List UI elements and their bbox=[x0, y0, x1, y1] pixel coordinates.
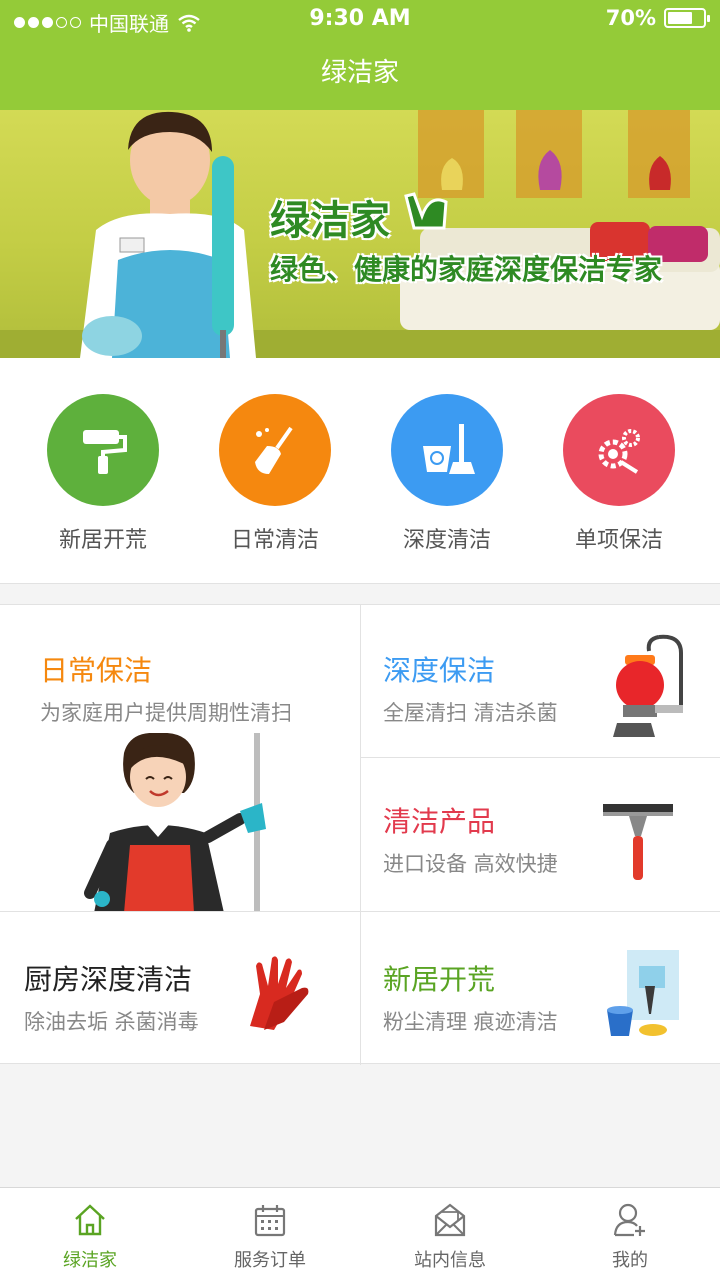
leaf-logo-icon bbox=[404, 192, 448, 230]
status-right: 70% bbox=[605, 6, 710, 30]
tab-home[interactable]: 绿洁家 bbox=[0, 1188, 180, 1280]
home-icon bbox=[75, 1204, 105, 1236]
service-grid: 日常保洁 为家庭用户提供周期性清扫 深度保洁 全屋清扫 清洁杀菌 清洁产品 进口… bbox=[0, 604, 720, 1065]
cleaning-lady-icon bbox=[84, 733, 266, 911]
rubber-gloves-icon bbox=[250, 956, 309, 1030]
broom-glyph bbox=[255, 426, 293, 474]
mail-icon bbox=[434, 1203, 466, 1237]
service-desc: 进口设备 高效快捷 bbox=[383, 852, 558, 876]
service-desc: 为家庭用户提供周期性清扫 bbox=[40, 701, 292, 725]
service-new-home-cleaning[interactable]: 新居开荒 粉尘清理 痕迹清洁 bbox=[361, 912, 720, 1065]
service-daily-cleaning[interactable]: 日常保洁 为家庭用户提供周期性清扫 bbox=[0, 605, 360, 911]
category-new-home[interactable]: 新居开荒 bbox=[18, 394, 188, 554]
category-single-item[interactable]: 单项保洁 bbox=[534, 394, 704, 554]
window-bucket-icon bbox=[607, 946, 683, 1036]
broom-icon bbox=[219, 394, 331, 506]
category-label: 深度清洁 bbox=[402, 528, 491, 553]
page-title: 绿洁家 bbox=[320, 58, 399, 88]
tab-label: 服务订单 bbox=[234, 1250, 306, 1271]
gear-tools-glyph bbox=[598, 429, 640, 474]
service-title: 日常保洁 bbox=[40, 654, 153, 687]
category-label: 新居开荒 bbox=[58, 528, 147, 553]
service-kitchen-cleaning[interactable]: 厨房深度清洁 除油去垢 杀菌消毒 bbox=[0, 912, 360, 1065]
category-label: 日常清洁 bbox=[230, 528, 319, 553]
category-bar: 新居开荒 日常清洁 深度清洁 单项保洁 bbox=[0, 358, 720, 584]
banner-title: 绿洁家 bbox=[270, 198, 390, 244]
tab-label: 绿洁家 bbox=[63, 1250, 117, 1271]
tab-orders[interactable]: 服务订单 bbox=[180, 1188, 360, 1280]
service-desc: 全屋清扫 清洁杀菌 bbox=[383, 701, 558, 725]
squeegee-icon bbox=[603, 804, 673, 880]
service-title: 深度保洁 bbox=[383, 654, 496, 687]
user-add-icon bbox=[613, 1203, 645, 1237]
service-title: 新居开荒 bbox=[383, 963, 496, 996]
gear-tools-icon bbox=[563, 394, 675, 506]
category-daily-clean[interactable]: 日常清洁 bbox=[190, 394, 360, 554]
service-desc: 粉尘清理 痕迹清洁 bbox=[383, 1010, 558, 1034]
tab-messages[interactable]: 站内信息 bbox=[360, 1188, 540, 1280]
service-title: 清洁产品 bbox=[383, 805, 496, 838]
paint-roller-glyph bbox=[83, 430, 127, 474]
battery-icon bbox=[664, 8, 710, 28]
promo-banner[interactable]: 绿洁家 绿色、健康的家庭深度保洁专家 bbox=[0, 110, 720, 358]
service-deep-cleaning[interactable]: 深度保洁 全屋清扫 清洁杀菌 bbox=[361, 605, 720, 757]
tab-profile[interactable]: 我的 bbox=[540, 1188, 720, 1280]
tab-label: 站内信息 bbox=[414, 1250, 486, 1271]
bucket-mop-glyph bbox=[423, 424, 475, 474]
bucket-mop-icon bbox=[391, 394, 503, 506]
calendar-icon bbox=[254, 1205, 286, 1237]
bottom-tab-bar: 绿洁家 服务订单 站内信息 我的 bbox=[0, 1187, 720, 1280]
battery-fill bbox=[668, 12, 692, 24]
status-bar: 中国联通 9:30 AM 70% bbox=[0, 0, 720, 40]
tab-label: 我的 bbox=[612, 1250, 648, 1271]
service-cleaning-products[interactable]: 清洁产品 进口设备 高效快捷 bbox=[361, 758, 720, 911]
banner-subtitle: 绿色、健康的家庭深度保洁专家 bbox=[270, 253, 663, 286]
vacuum-cleaner-icon bbox=[613, 634, 683, 737]
service-title: 厨房深度清洁 bbox=[24, 963, 193, 996]
service-desc: 除油去垢 杀菌消毒 bbox=[24, 1010, 199, 1034]
paint-roller-icon bbox=[47, 394, 159, 506]
category-label: 单项保洁 bbox=[574, 528, 663, 553]
battery-percent: 70% bbox=[605, 6, 656, 30]
category-deep-clean[interactable]: 深度清洁 bbox=[362, 394, 532, 554]
